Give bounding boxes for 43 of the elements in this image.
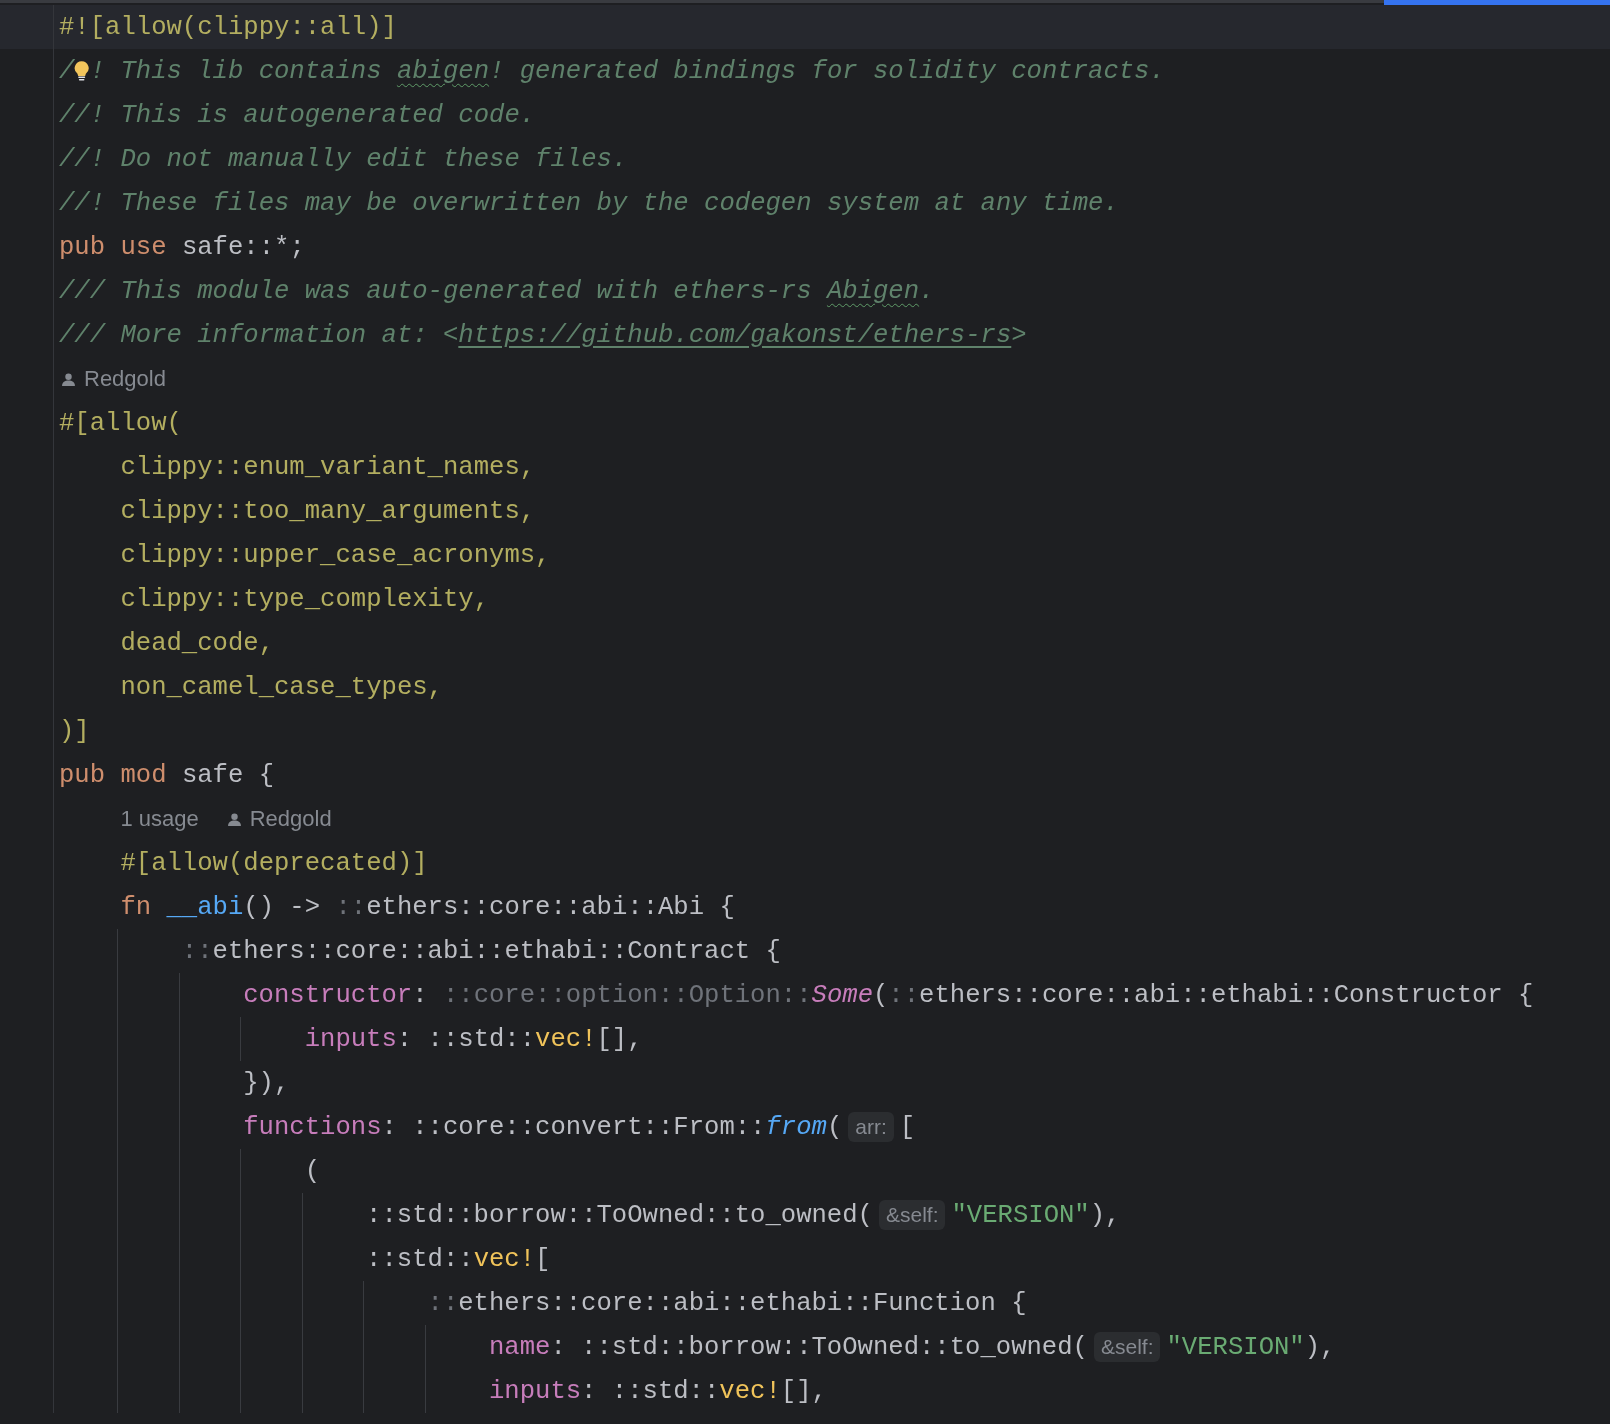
code-text: )]	[59, 716, 90, 746]
code-text: clippy::enum_variant_names,	[120, 452, 536, 482]
person-icon	[61, 371, 76, 387]
code-text: /// More information at: <https://github.com/gakonst/ethers-rs>	[59, 320, 1027, 350]
code-text: (	[304, 1156, 321, 1186]
code-text: name: ::std::borrow::ToOwned::to_owned(	[488, 1332, 1088, 1362]
parameter-hint: &self:	[1093, 1332, 1161, 1362]
person-icon	[226, 811, 242, 827]
code-text: }),	[243, 1068, 290, 1098]
usages-hint[interactable]: 1 usage	[120, 806, 199, 832]
code-text: pub use safe::*;	[59, 232, 305, 262]
author-hint[interactable]: Redgold	[249, 806, 332, 832]
code-text: ::std::vec![	[366, 1244, 551, 1274]
code-text: clippy::too_many_arguments,	[120, 496, 536, 526]
code-text: ::ethers::core::abi::ethabi::Contract {	[181, 936, 781, 966]
code-text: //! These files may be overwritten by the codegen system at any time.	[59, 188, 1119, 218]
code-text: ! This lib contains abigen! generated bindings for solidity contracts.	[89, 56, 1165, 86]
code-text: clippy::upper_case_acronyms,	[120, 540, 551, 570]
code-text: //! This is autogenerated code.	[59, 100, 536, 130]
parameter-hint: arr:	[848, 1112, 894, 1142]
url-link[interactable]: https://github.com/gakonst/ethers-rs	[458, 320, 1012, 350]
code-text: pub mod safe {	[59, 760, 275, 790]
code-text: inputs: ::std::vec![],	[304, 1024, 643, 1054]
code-text: functions: ::core::convert::From::from(	[243, 1112, 843, 1142]
code-text: #[allow(	[59, 408, 182, 438]
code-text: ::std::borrow::ToOwned::to_owned(	[366, 1200, 873, 1230]
author-hint[interactable]: Redgold	[84, 366, 166, 392]
code-text: "VERSION"),	[1166, 1332, 1336, 1362]
code-text: non_camel_case_types,	[120, 672, 443, 702]
code-text: dead_code,	[120, 628, 274, 658]
code-text: clippy::type_complexity,	[120, 584, 490, 614]
code-text: #![allow(clippy::all)]	[59, 12, 397, 42]
code-text: "VERSION"),	[951, 1200, 1121, 1230]
code-text: fn __abi() -> ::ethers::core::abi::Abi {	[120, 892, 735, 922]
code-text: /	[59, 56, 75, 86]
code-text: inputs: ::std::vec![],	[488, 1376, 827, 1406]
code-text: //! Do not manually edit these files.	[59, 144, 628, 174]
code-text: #[allow(deprecated)]	[120, 848, 428, 878]
parameter-hint: &self:	[878, 1200, 946, 1230]
code-text: ::ethers::core::abi::ethabi::Function {	[427, 1288, 1027, 1318]
code-text: [	[899, 1112, 916, 1142]
code-text: constructor: ::core::option::Option::Some(::ethers::core::abi::ethabi::Constructor {	[243, 980, 1534, 1010]
code-text: /// This module was auto-generated with ethers-rs Abigen.	[59, 276, 935, 306]
